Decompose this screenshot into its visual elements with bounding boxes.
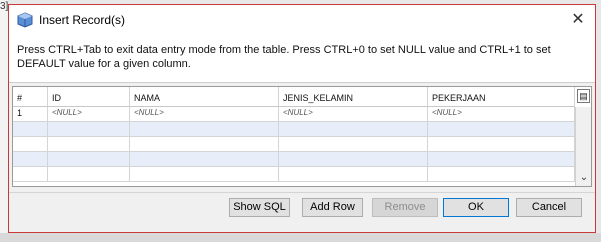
empty-cell (13, 152, 48, 166)
empty-cell (48, 137, 130, 151)
insert-record-dialog: Insert Record(s) ✕ Press CTRL+Tab to exi… (8, 4, 596, 233)
ok-button[interactable]: OK (443, 198, 509, 217)
empty-cell (13, 122, 48, 136)
empty-row (13, 137, 575, 152)
cell-jenis-kelamin[interactable]: <NULL> (279, 107, 428, 121)
empty-cell (48, 167, 130, 181)
empty-cell (279, 137, 428, 151)
empty-cell (130, 152, 279, 166)
empty-cell (48, 152, 130, 166)
empty-cell (428, 122, 575, 136)
show-sql-button[interactable]: Show SQL (229, 198, 290, 217)
empty-cell (279, 167, 428, 181)
empty-cell (279, 152, 428, 166)
column-header-rownum[interactable]: # (13, 87, 48, 107)
column-header-pekerjaan[interactable]: PEKERJAAN (428, 87, 575, 107)
empty-row (13, 152, 575, 167)
empty-cell (130, 137, 279, 151)
empty-cell (13, 137, 48, 151)
remove-button[interactable]: Remove (372, 198, 438, 217)
divider (9, 192, 595, 193)
empty-cell (130, 167, 279, 181)
background-window-edge: 3] (0, 0, 8, 242)
background-window-bottom (0, 233, 601, 242)
instruction-text: Press CTRL+Tab to exit data entry mode f… (17, 44, 551, 70)
dialog-titlebar: Insert Record(s) ✕ (9, 5, 595, 35)
row-number: 1 (13, 107, 48, 121)
cell-id[interactable]: <NULL> (48, 107, 130, 121)
cancel-button[interactable]: Cancel (516, 198, 582, 217)
column-header-id[interactable]: ID (48, 87, 130, 107)
empty-row (13, 167, 575, 182)
empty-cell (48, 122, 130, 136)
scroll-down-icon[interactable]: ⌄ (576, 170, 591, 186)
column-header-nama[interactable]: NAMA (130, 87, 279, 107)
vertical-scrollbar[interactable]: ⌄ (575, 107, 591, 186)
add-row-button[interactable]: Add Row (302, 198, 363, 217)
table-row[interactable]: 1 <NULL> <NULL> <NULL> <NULL> (13, 107, 575, 122)
record-grid[interactable]: # ID NAMA JENIS_KELAMIN PEKERJAAN ▤ 1 <N… (12, 86, 592, 187)
empty-cell (428, 152, 575, 166)
empty-cell (428, 167, 575, 181)
instruction-panel: Press CTRL+Tab to exit data entry mode f… (9, 35, 595, 83)
close-icon[interactable]: ✕ (567, 9, 589, 31)
cell-pekerjaan[interactable]: <NULL> (428, 107, 575, 121)
column-chooser-icon[interactable]: ▤ (577, 89, 590, 103)
empty-cell (13, 167, 48, 181)
database-table-icon (17, 12, 33, 28)
cell-nama[interactable]: <NULL> (130, 107, 279, 121)
empty-row (13, 122, 575, 137)
empty-cell (428, 137, 575, 151)
empty-cell (130, 122, 279, 136)
dialog-title: Insert Record(s) (39, 13, 126, 27)
empty-cell (279, 122, 428, 136)
column-header-jenis-kelamin[interactable]: JENIS_KELAMIN (279, 87, 428, 107)
